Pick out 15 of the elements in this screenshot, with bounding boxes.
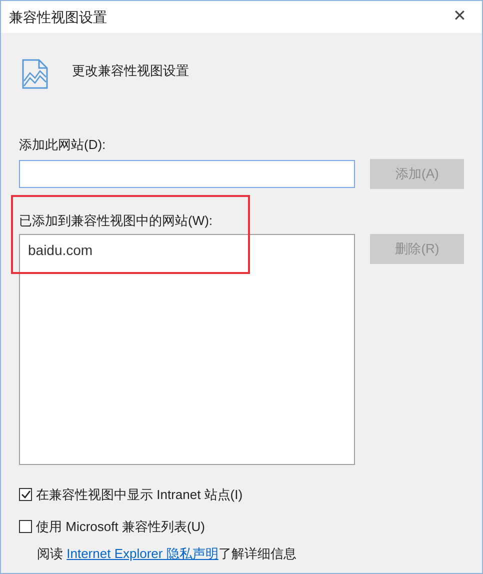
checkmark-icon <box>20 490 30 500</box>
checkbox[interactable] <box>19 488 32 502</box>
window-title: 兼容性视图设置 <box>9 8 107 26</box>
field-label: 添加此网站(D): <box>19 136 107 154</box>
close-button[interactable]: ✕ <box>445 5 474 29</box>
picture-document-icon <box>22 59 48 89</box>
site-input-field[interactable] <box>19 160 356 188</box>
privacy-link[interactable]: Internet Explorer 隐私声明 <box>66 546 218 561</box>
header-text: 更改兼容性视图设置 <box>72 62 189 80</box>
list-label: 已添加到兼容性视图中的网站(W): <box>19 212 214 230</box>
site-list-item[interactable]: baidu.com <box>28 240 346 261</box>
privacy-note: 阅读 Internet Explorer 隐私声明了解详细信息 <box>37 545 298 563</box>
checkbox-label: 使用 Microsoft 兼容性列表(U) <box>36 518 205 536</box>
checkbox-label: 在兼容性视图中显示 Intranet 站点(I) <box>36 486 243 504</box>
checkbox[interactable] <box>19 520 32 533</box>
